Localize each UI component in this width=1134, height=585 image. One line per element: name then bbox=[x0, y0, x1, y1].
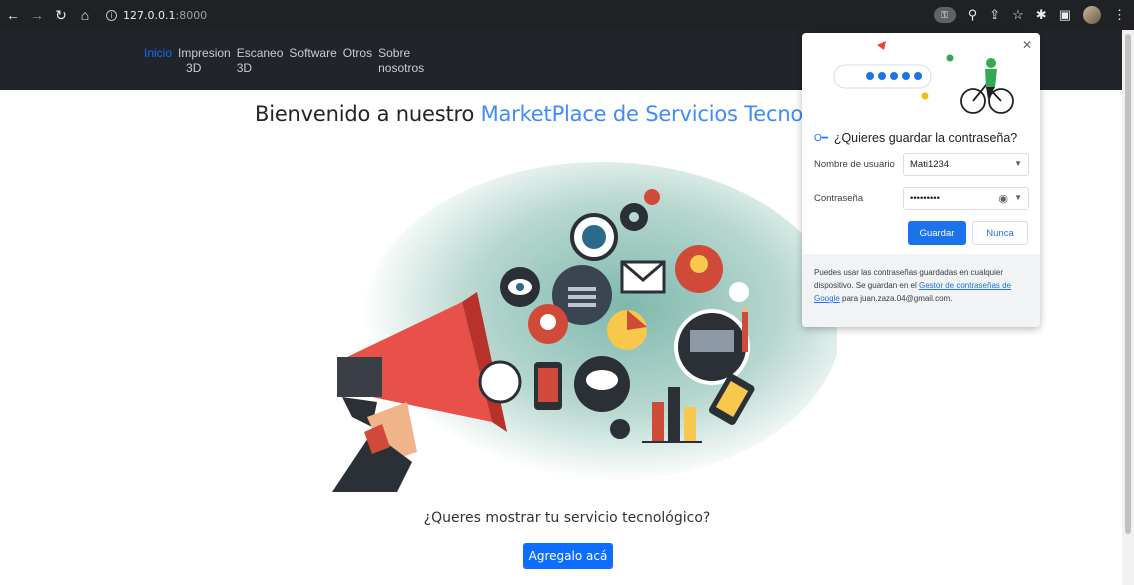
save-password-button[interactable]: Guardar bbox=[908, 221, 966, 245]
footer-suffix: para juan.zaza.04@gmail.com. bbox=[839, 294, 953, 303]
dropdown-caret-icon[interactable]: ▼ bbox=[1014, 193, 1022, 202]
url-host: 127.0.0.1 bbox=[123, 8, 176, 22]
page-title: Bienvenido a nuestro MarketPlace de Serv… bbox=[255, 102, 803, 126]
share-icon[interactable]: ⇪ bbox=[989, 7, 1000, 23]
key-icon: O━ bbox=[814, 132, 828, 144]
bookmark-star-icon[interactable]: ☆ bbox=[1012, 7, 1024, 23]
zoom-icon[interactable]: ⚲ bbox=[968, 7, 978, 23]
reload-icon[interactable]: ↻ bbox=[50, 7, 72, 24]
browser-toolbar: ← → ↻ ⌂ i 127.0.0.1:8000 ⚿ ⚲ ⇪ ☆ ✱ ▣ ⋮ bbox=[0, 0, 1134, 30]
cta-prompt: ¿Queres mostrar tu servicio tecnológico? bbox=[423, 510, 711, 526]
save-password-dialog: ✕ O━ ¿Quieres guardar la contraseña? Nom… bbox=[802, 33, 1040, 327]
dropdown-caret-icon[interactable]: ▼ bbox=[1014, 159, 1022, 168]
nav-link-impresion-3d[interactable]: Impresion 3D bbox=[178, 46, 231, 76]
username-field[interactable]: Mati1234 ▼ bbox=[903, 153, 1029, 176]
nav-link-otros[interactable]: Otros bbox=[343, 46, 372, 76]
page-title-prefix: Bienvenido a nuestro bbox=[255, 102, 481, 126]
dialog-title: O━ ¿Quieres guardar la contraseña? bbox=[814, 131, 1017, 145]
hero-illustration bbox=[302, 162, 837, 492]
password-key-icon[interactable]: ⚿ bbox=[933, 7, 956, 23]
nav-link-escaneo-3d[interactable]: Escaneo 3D bbox=[237, 46, 284, 76]
password-value: ••••••••• bbox=[910, 193, 940, 204]
never-button[interactable]: Nunca bbox=[972, 221, 1028, 245]
add-service-button[interactable]: Agregalo acá bbox=[523, 543, 613, 569]
show-password-eye-icon[interactable]: ◉ bbox=[998, 192, 1008, 205]
nav-link-inicio[interactable]: Inicio bbox=[144, 46, 172, 76]
password-label: Contraseña bbox=[814, 193, 864, 204]
username-value: Mati1234 bbox=[910, 159, 950, 170]
menu-dots-icon[interactable]: ⋮ bbox=[1113, 7, 1126, 23]
scrollbar-thumb[interactable] bbox=[1125, 34, 1131, 534]
address-bar[interactable]: i 127.0.0.1:8000 bbox=[106, 9, 207, 22]
page-scrollbar[interactable] bbox=[1122, 30, 1134, 585]
extensions-icon[interactable]: ✱ bbox=[1036, 7, 1047, 23]
page-title-accent: MarketPlace de Servicios Tecno bbox=[480, 102, 804, 126]
profile-avatar[interactable] bbox=[1083, 6, 1101, 24]
home-icon[interactable]: ⌂ bbox=[74, 7, 96, 23]
back-arrow-icon[interactable]: ← bbox=[2, 7, 24, 23]
close-icon[interactable]: ✕ bbox=[1022, 38, 1032, 52]
dialog-title-text: ¿Quieres guardar la contraseña? bbox=[833, 131, 1018, 145]
nav-link-sobre-nosotros[interactable]: Sobre nosotros bbox=[378, 46, 424, 76]
password-field[interactable]: ••••••••• ◉ ▼ bbox=[903, 187, 1029, 210]
nav-link-software[interactable]: Software bbox=[289, 46, 336, 76]
dialog-footer: Puedes usar las contraseñas guardadas en… bbox=[802, 254, 1040, 327]
forward-arrow-icon[interactable]: → bbox=[26, 7, 48, 23]
info-icon[interactable]: i bbox=[106, 9, 117, 21]
side-panel-icon[interactable]: ▣ bbox=[1059, 7, 1071, 23]
username-label: Nombre de usuario bbox=[814, 159, 895, 170]
password-illustration bbox=[833, 41, 1014, 114]
url-port: :8000 bbox=[175, 8, 208, 22]
